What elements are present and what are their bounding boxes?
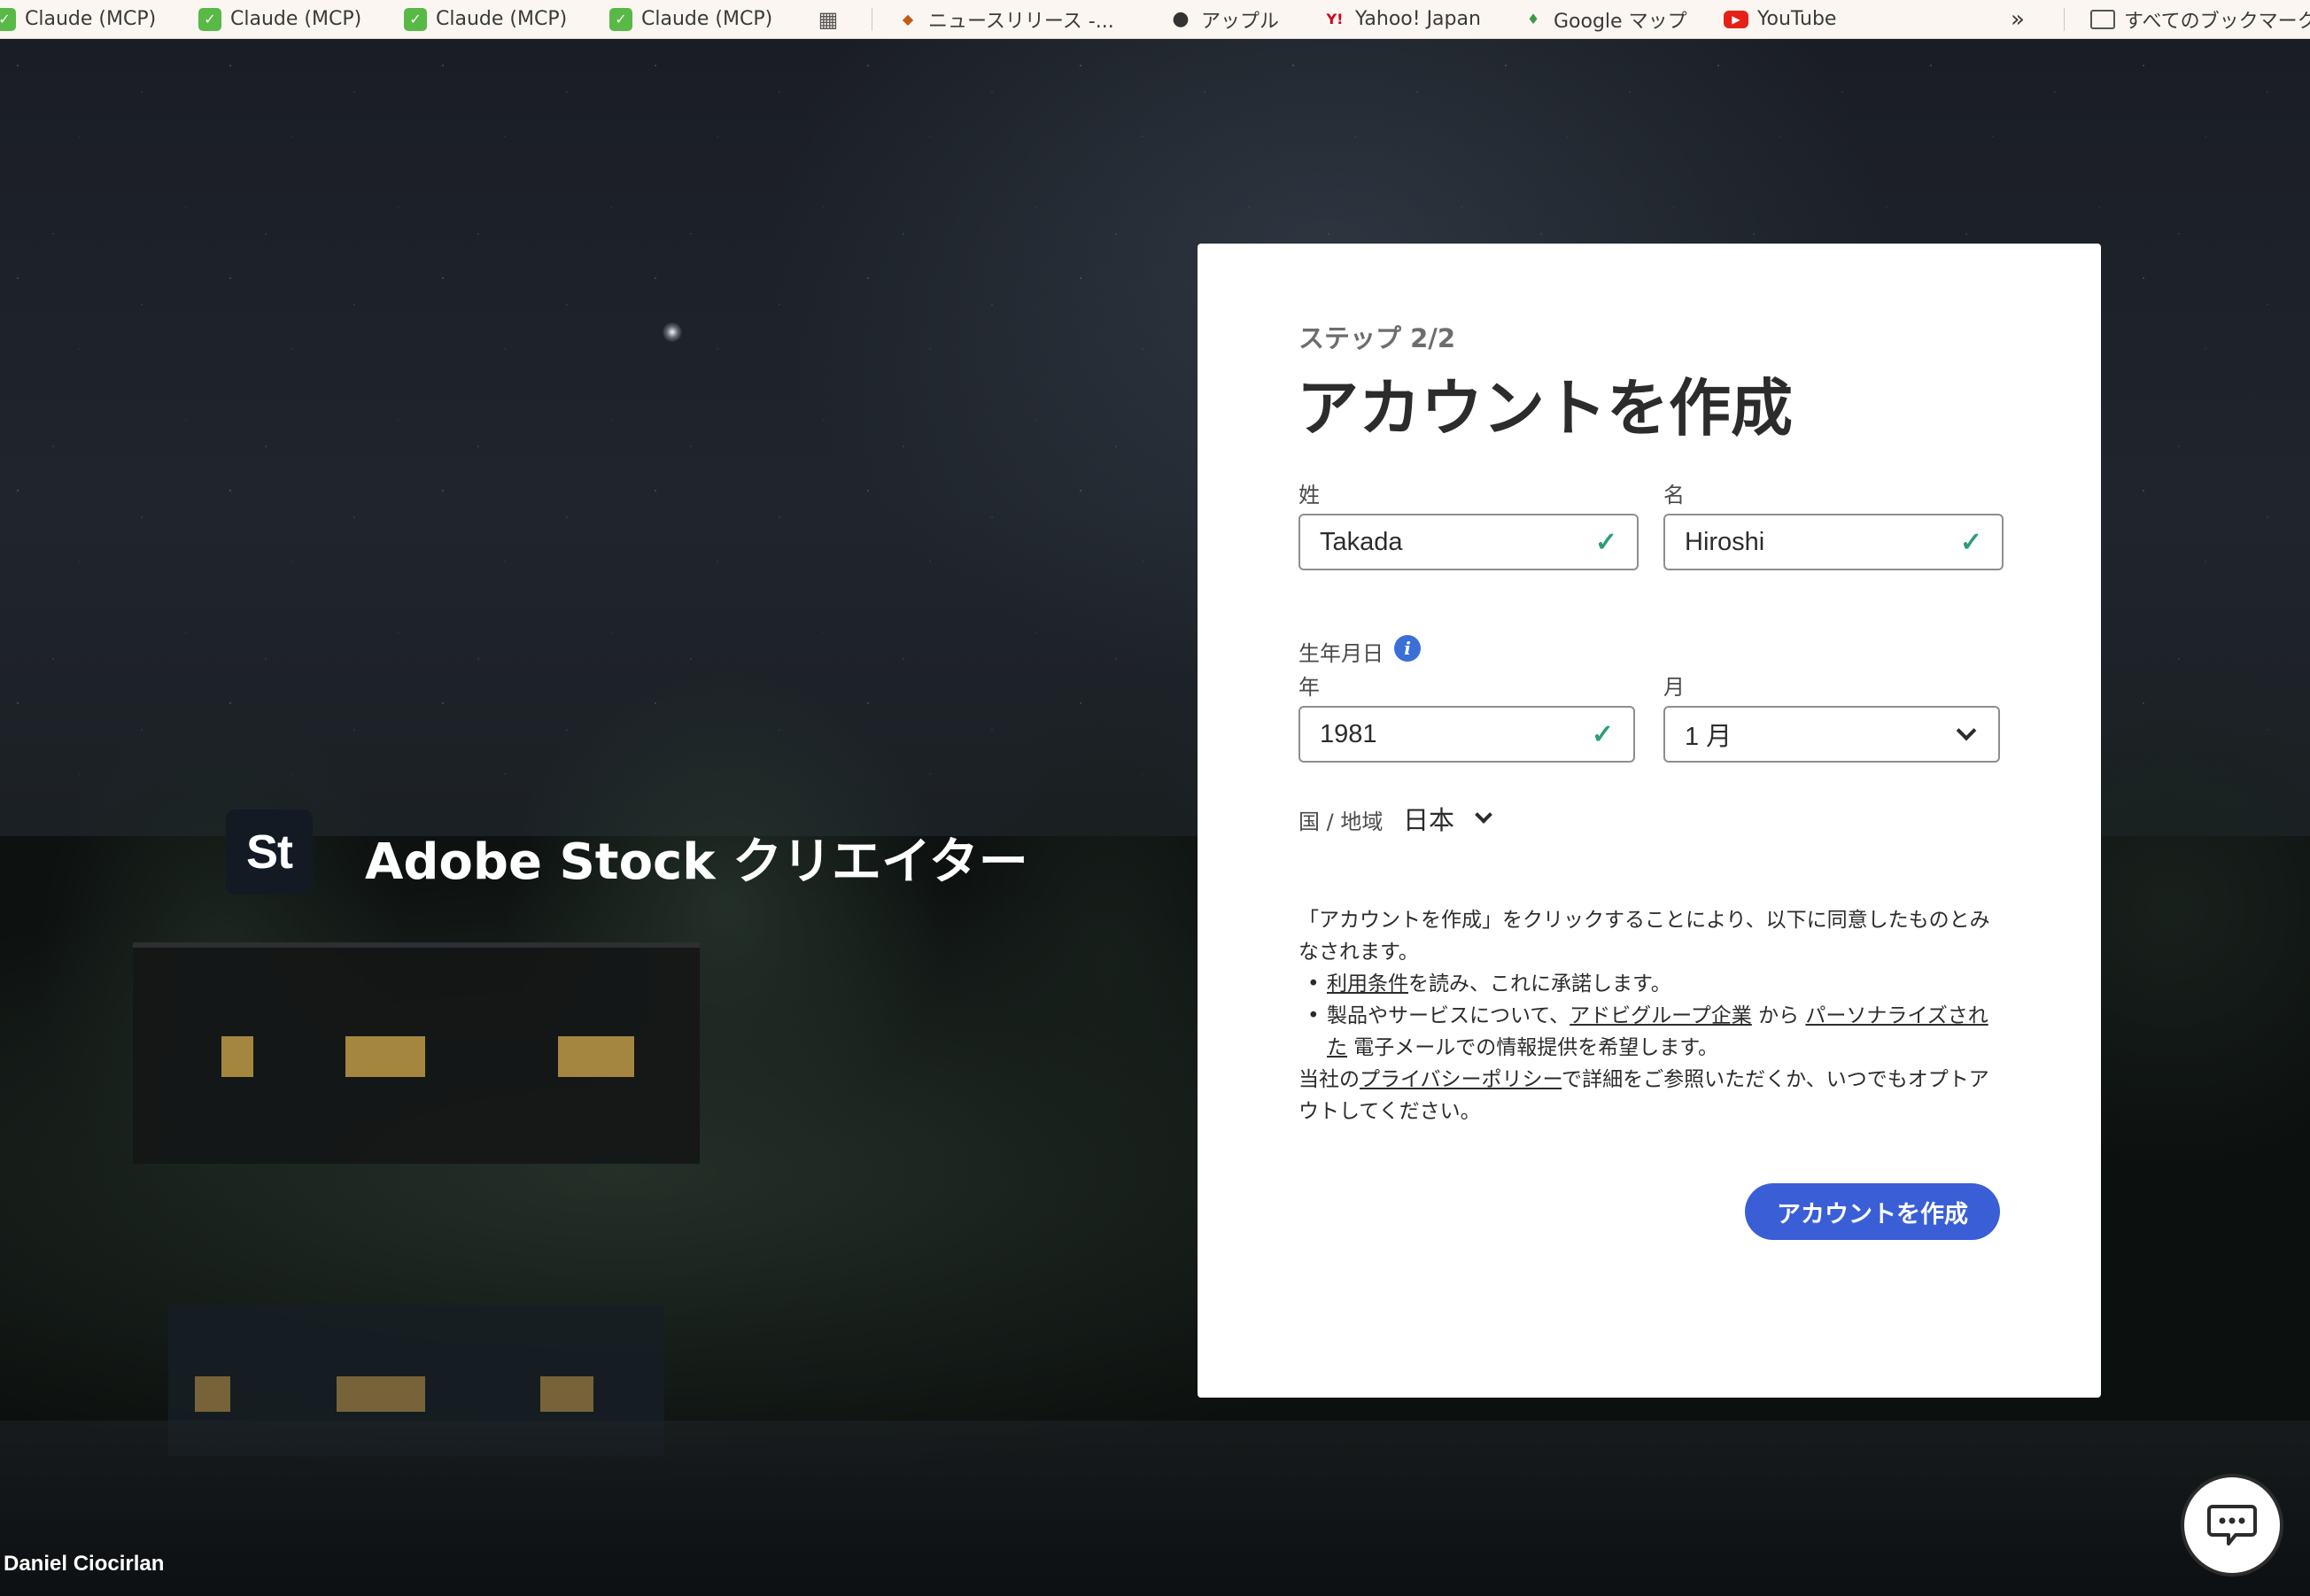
folder-icon	[2090, 9, 2115, 29]
bookmark-label: Claude (MCP)	[436, 8, 568, 30]
month-label: 月	[1663, 675, 1685, 700]
house-window	[221, 1036, 253, 1077]
bookmark-claude-4[interactable]: ✓ Claude (MCP)	[609, 0, 773, 38]
valid-check-icon: ✓	[1959, 527, 1982, 557]
bookmark-label: Claude (MCP)	[641, 8, 773, 30]
house-window	[558, 1036, 634, 1077]
news-icon: ◆	[902, 10, 914, 27]
birthdate-label: 生年月日	[1298, 641, 1384, 666]
photo-credit: Daniel Ciocirlan	[4, 1552, 165, 1576]
bookmark-google-maps[interactable]: ♦ Google マップ	[1522, 0, 1687, 38]
year-field[interactable]: 1981 ✓	[1298, 706, 1635, 763]
first-name-label: 名	[1663, 483, 1685, 507]
country-value: 日本	[1403, 805, 1455, 835]
last-name-value: Takada	[1320, 527, 1403, 556]
legal-privacy: 当社のプライバシーポリシーで詳細をご参照いただくか、いつでもオプトアウトしてくだ…	[1298, 1064, 2007, 1127]
page-title: アカウントを作成	[1297, 372, 1793, 445]
bookmark-news[interactable]: ◆ ニュースリリース -...	[896, 0, 1114, 38]
country-picker[interactable]: 日本	[1403, 800, 1492, 837]
month-value: 1 月	[1685, 723, 1732, 751]
bookmark-label: Claude (MCP)	[25, 8, 157, 30]
bookmark-label: YouTube	[1757, 8, 1837, 30]
country-label: 国 / 地域	[1298, 810, 1384, 834]
lake-water	[0, 1421, 2310, 1596]
year-value: 1981	[1320, 719, 1377, 748]
bookmark-apple[interactable]: ● アップル	[1169, 0, 1280, 38]
legal-item-marketing: 製品やサービスについて、アドビグループ企業 から パーソナライズされた 電子メー…	[1298, 1000, 2007, 1064]
bookmark-label: ニュースリリース -...	[928, 10, 1114, 33]
bright-star	[663, 322, 682, 342]
bookmarks-bar: ✓ Claude (MCP) ✓ Claude (MCP) ✓ Claude (…	[0, 0, 2310, 39]
bookmark-claude-1[interactable]: ✓ Claude (MCP)	[0, 0, 157, 38]
bookmark-label: Yahoo! Japan	[1355, 8, 1481, 30]
green-check-icon: ✓	[609, 7, 632, 31]
chevron-down-icon	[1475, 806, 1492, 824]
reflected-window	[195, 1376, 230, 1412]
month-select[interactable]: 1 月	[1663, 706, 2000, 763]
apps-grid-icon: ▦	[818, 6, 839, 32]
privacy-policy-link[interactable]: プライバシーポリシー	[1360, 1068, 1562, 1091]
apps-button[interactable]: ▦	[815, 0, 850, 38]
green-check-icon: ✓	[198, 7, 221, 31]
bookmark-claude-2[interactable]: ✓ Claude (MCP)	[198, 0, 362, 38]
chevron-down-icon	[1956, 720, 1977, 741]
green-check-icon: ✓	[0, 7, 16, 31]
legal-list: 利用条件を読み、これに承諾します。 製品やサービスについて、アドビグループ企業 …	[1298, 968, 2007, 1064]
all-bookmarks-label: すべてのブックマーク	[2124, 10, 2310, 33]
first-name-field[interactable]: Hiroshi ✓	[1663, 514, 2004, 570]
logo-text: St	[246, 825, 293, 879]
chat-button[interactable]	[2181, 1474, 2283, 1577]
bookmarks-overflow-button[interactable]: »	[2011, 0, 2025, 38]
year-label: 年	[1298, 675, 1320, 700]
yahoo-icon: Y!	[1326, 10, 1344, 27]
legal-intro: 「アカウントを作成」をクリックすることにより、以下に同意したものとみなされます。	[1298, 909, 1990, 964]
youtube-icon: ▶	[1724, 10, 1748, 28]
last-name-field[interactable]: Takada ✓	[1298, 514, 1639, 570]
last-name-label: 姓	[1298, 483, 1320, 507]
bookmark-label: Google マップ	[1554, 10, 1687, 33]
house-silhouette	[133, 942, 700, 1164]
step-indicator: ステップ 2/2	[1298, 323, 1456, 353]
first-name-value: Hiroshi	[1685, 527, 1765, 556]
legal-text: から	[1751, 1004, 1806, 1027]
terms-of-use-link[interactable]: 利用条件	[1327, 972, 1408, 996]
chat-bubble-icon	[2207, 1505, 2257, 1546]
bookmark-claude-3[interactable]: ✓ Claude (MCP)	[404, 0, 568, 38]
valid-check-icon: ✓	[1594, 527, 1617, 557]
bookmark-yahoo[interactable]: Y! Yahoo! Japan	[1323, 0, 1481, 38]
reflected-window	[540, 1376, 593, 1412]
reflected-window	[337, 1376, 425, 1412]
valid-check-icon: ✓	[1591, 719, 1614, 749]
signup-card: ステップ 2/2 アカウントを作成 姓 Takada ✓ 名 Hiroshi ✓…	[1198, 244, 2101, 1398]
legal-text: 当社の	[1298, 1068, 1360, 1091]
legal-item-terms: 利用条件を読み、これに承諾します。	[1298, 968, 2007, 1000]
create-account-button[interactable]: アカウントを作成	[1745, 1183, 2000, 1240]
green-check-icon: ✓	[404, 7, 427, 31]
legal-terms: 「アカウントを作成」をクリックすることにより、以下に同意したものとみなされます。…	[1298, 904, 2007, 1127]
brand-title: Adobe Stock クリエイター	[365, 833, 1028, 891]
apple-icon: ●	[1172, 7, 1190, 30]
adobe-group-link[interactable]: アドビグループ企業	[1570, 1004, 1752, 1027]
bookmark-label: Claude (MCP)	[230, 8, 362, 30]
info-icon[interactable]: i	[1394, 635, 1421, 662]
legal-text: 製品やサービスについて、	[1327, 1004, 1570, 1027]
bookmark-youtube[interactable]: ▶ YouTube	[1724, 0, 1837, 38]
adobe-stock-logo: St	[226, 810, 313, 895]
bookmark-label: アップル	[1201, 10, 1280, 33]
all-bookmarks-button[interactable]: すべてのブックマーク	[2090, 0, 2310, 38]
maps-pin-icon: ♦	[1526, 10, 1540, 27]
legal-text: を読み、これに承諾します。	[1408, 972, 1671, 996]
house-window	[345, 1036, 425, 1077]
bookmark-separator	[2064, 8, 2065, 31]
legal-text: 電子メールでの情報提供を希望します。	[1347, 1036, 1719, 1059]
overflow-label: »	[2011, 5, 2025, 33]
